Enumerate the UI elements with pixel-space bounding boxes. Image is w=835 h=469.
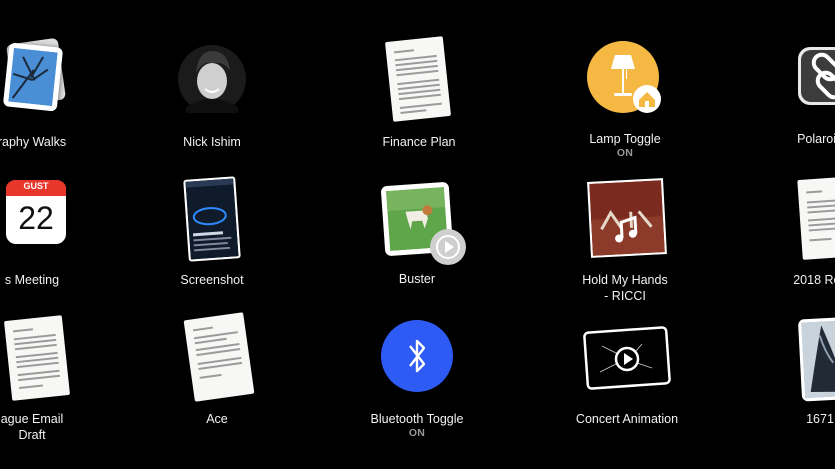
- item-concert-animation[interactable]: Concert Animation: [542, 316, 712, 446]
- item-label: Nick Ishim: [183, 135, 241, 149]
- calendar-month: GUST: [23, 181, 49, 191]
- photo-stack-icon: [0, 37, 72, 121]
- document-icon: [780, 176, 835, 260]
- video-icon: [583, 316, 671, 400]
- item-polaroid[interactable]: Polaroid: [735, 37, 835, 167]
- item-email-draft[interactable]: ague Email Draft: [0, 315, 117, 446]
- item-label: Polaroid: [797, 132, 835, 146]
- item-label-line2: - RICCI: [604, 289, 646, 303]
- lamp-icon: [585, 37, 665, 121]
- status-label: ON: [408, 427, 426, 439]
- document-icon: [0, 315, 72, 401]
- item-hold-my-hands[interactable]: Hold My Hands - RICCI: [540, 176, 710, 306]
- item-buster[interactable]: Buster: [332, 176, 502, 306]
- document-icon: [379, 36, 459, 122]
- item-1671[interactable]: 1671: [735, 316, 835, 446]
- item-label: Finance Plan: [382, 135, 456, 149]
- calendar-icon: GUST 22: [0, 176, 72, 260]
- item-finance-plan[interactable]: Finance Plan: [334, 36, 504, 167]
- status-label: ON: [616, 147, 634, 159]
- shortcut-icon: [780, 37, 835, 121]
- item-meeting[interactable]: GUST 22 s Meeting: [0, 176, 117, 306]
- bluetooth-icon: [377, 316, 457, 400]
- item-lamp-toggle[interactable]: Lamp Toggle ON: [540, 37, 710, 167]
- item-2018-res[interactable]: 2018 Res: [735, 176, 835, 306]
- bird-photo-icon: [780, 316, 835, 402]
- item-label: s Meeting: [4, 273, 60, 287]
- album-art-icon: [585, 176, 667, 260]
- screenshot-icon: [172, 176, 252, 262]
- item-label: 2018 Res: [793, 273, 835, 287]
- item-label: Lamp Toggle: [589, 132, 661, 146]
- document-icon: [177, 312, 257, 402]
- live-photo-icon: [377, 176, 466, 265]
- item-ace[interactable]: Ace: [132, 312, 302, 446]
- item-label: Ace: [206, 412, 228, 426]
- item-label: Concert Animation: [575, 412, 679, 426]
- item-bluetooth-toggle[interactable]: Bluetooth Toggle ON: [332, 316, 502, 446]
- avatar: [172, 37, 252, 121]
- item-label: Bluetooth Toggle: [370, 412, 464, 426]
- item-photography-walks[interactable]: raphy Walks: [0, 37, 117, 167]
- item-label-line2: Draft: [18, 428, 46, 442]
- item-label: Buster: [398, 272, 436, 286]
- item-label: Hold My Hands: [582, 273, 668, 287]
- item-screenshot[interactable]: Screenshot: [127, 176, 297, 306]
- calendar-day: 22: [18, 200, 54, 236]
- item-nick-ishim[interactable]: Nick Ishim: [127, 37, 297, 167]
- item-label: ague Email: [0, 412, 64, 426]
- item-label: raphy Walks: [0, 135, 67, 149]
- item-label: 1671: [806, 412, 834, 426]
- item-label: Screenshot: [180, 273, 244, 287]
